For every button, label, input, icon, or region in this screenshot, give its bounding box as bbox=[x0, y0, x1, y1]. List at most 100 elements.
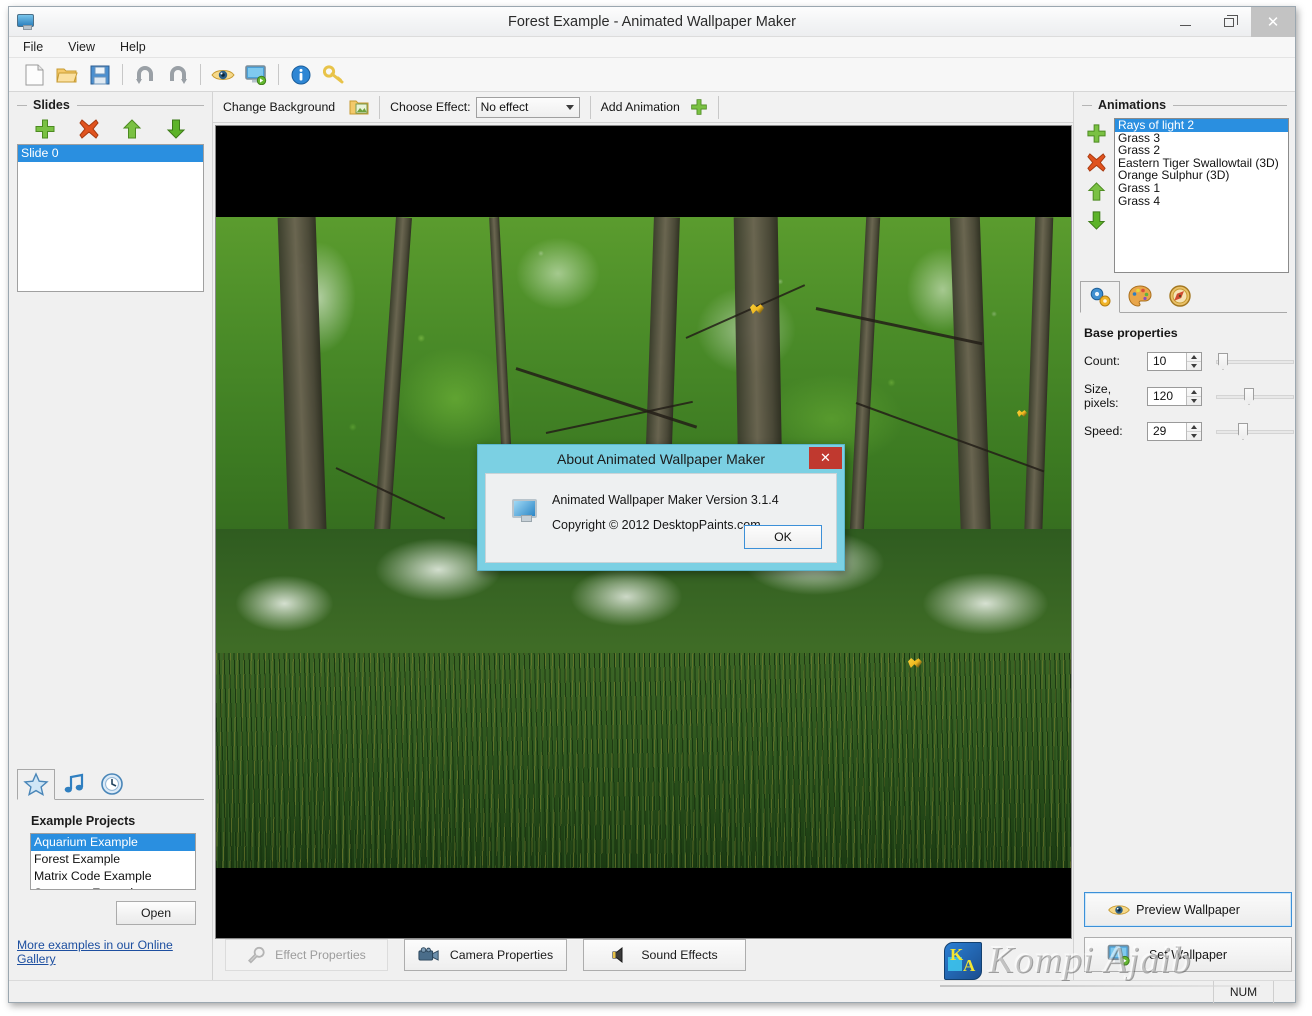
screen: Forest Example - Animated Wallpaper Make… bbox=[0, 0, 1312, 1016]
list-item[interactable]: Grass 2 bbox=[1115, 144, 1288, 157]
speed-stepper[interactable]: 29 bbox=[1147, 421, 1202, 441]
app-monitor-icon bbox=[16, 13, 36, 31]
key-icon[interactable] bbox=[319, 61, 349, 89]
camera-properties-button[interactable]: Camera Properties bbox=[404, 939, 567, 971]
add-slide-icon[interactable] bbox=[34, 118, 56, 140]
move-slide-up-icon[interactable] bbox=[121, 118, 143, 140]
effect-properties-button[interactable]: Effect Properties bbox=[225, 939, 388, 971]
plus-icon[interactable] bbox=[690, 98, 708, 116]
about-monitor-icon bbox=[512, 499, 540, 525]
delete-animation-icon[interactable] bbox=[1086, 152, 1108, 174]
examples-tab[interactable] bbox=[17, 769, 55, 800]
picture-folder-icon[interactable] bbox=[349, 98, 369, 116]
animations-list[interactable]: Rays of light 2 Grass 3 Grass 2 Eastern … bbox=[1114, 118, 1289, 273]
move-slide-down-icon[interactable] bbox=[165, 118, 187, 140]
size-stepper[interactable]: 120 bbox=[1147, 386, 1202, 406]
effect-properties-label: Effect Properties bbox=[275, 948, 366, 962]
size-label: Size, pixels: bbox=[1084, 382, 1119, 410]
sound-effects-label: Sound Effects bbox=[641, 948, 718, 962]
camera-icon bbox=[418, 947, 440, 963]
status-spacer bbox=[1273, 980, 1295, 1003]
animations-toolbar bbox=[1080, 118, 1114, 273]
list-item[interactable]: Forest Example bbox=[31, 851, 195, 868]
about-dialog-close-button[interactable]: ✕ bbox=[809, 447, 842, 469]
maximize-button[interactable] bbox=[1207, 7, 1251, 37]
list-item[interactable]: Aquarium Example bbox=[31, 834, 195, 851]
speed-label: Speed: bbox=[1084, 424, 1123, 438]
window-controls: ✕ bbox=[1163, 7, 1295, 37]
set-wallpaper-label: Set Wallpaper bbox=[1148, 947, 1228, 962]
toolbar-separator bbox=[717, 95, 719, 119]
add-animation-label[interactable]: Add Animation bbox=[601, 100, 680, 114]
color-properties-tab[interactable] bbox=[1120, 280, 1160, 312]
animations-group-title: Animations bbox=[1098, 98, 1167, 112]
menu-view[interactable]: View bbox=[66, 38, 105, 56]
preview-wallpaper-button[interactable]: Preview Wallpaper bbox=[1084, 892, 1292, 927]
size-increment-button[interactable] bbox=[1187, 388, 1201, 397]
open-folder-icon[interactable] bbox=[52, 61, 82, 89]
count-increment-button[interactable] bbox=[1187, 353, 1201, 362]
speed-increment-button[interactable] bbox=[1187, 423, 1201, 432]
toolbar-separator bbox=[200, 64, 201, 85]
change-background-label[interactable]: Change Background bbox=[223, 100, 335, 114]
list-item[interactable]: Grass 4 bbox=[1115, 194, 1288, 208]
about-info-icon[interactable] bbox=[286, 61, 316, 89]
slides-group-title: Slides bbox=[33, 98, 70, 112]
set-wallpaper-button[interactable]: Set Wallpaper bbox=[1084, 937, 1292, 972]
count-slider[interactable] bbox=[1216, 351, 1294, 371]
count-label: Count: bbox=[1084, 354, 1120, 368]
position-properties-tab[interactable] bbox=[1160, 280, 1200, 312]
add-animation-icon[interactable] bbox=[1086, 123, 1108, 145]
animations-panel: Animations Rays of light 2 Grass 3 Grass… bbox=[1073, 92, 1295, 980]
base-properties-tab[interactable] bbox=[1080, 281, 1120, 313]
delete-slide-icon[interactable] bbox=[78, 118, 100, 140]
slides-group-header: Slides bbox=[17, 98, 204, 112]
redo-icon[interactable] bbox=[163, 61, 193, 89]
size-slider[interactable] bbox=[1216, 386, 1294, 406]
list-item[interactable]: Slide 0 bbox=[18, 145, 203, 162]
speed-row: Speed: 29 bbox=[1084, 421, 1295, 441]
example-projects-list[interactable]: Aquarium Example Forest Example Matrix C… bbox=[30, 833, 196, 890]
menu-help[interactable]: Help bbox=[118, 38, 156, 56]
open-button[interactable]: Open bbox=[116, 901, 196, 925]
move-animation-up-icon[interactable] bbox=[1086, 181, 1108, 203]
music-tab[interactable] bbox=[55, 768, 93, 799]
application-window: Forest Example - Animated Wallpaper Make… bbox=[8, 6, 1296, 1003]
monitor-play-icon bbox=[1107, 944, 1131, 965]
speed-slider[interactable] bbox=[1216, 421, 1294, 441]
preview-eye-icon[interactable] bbox=[208, 61, 238, 89]
speed-decrement-button[interactable] bbox=[1187, 432, 1201, 440]
new-icon[interactable] bbox=[19, 61, 49, 89]
status-numlock: NUM bbox=[1213, 980, 1273, 1003]
slides-list[interactable]: Slide 0 bbox=[17, 144, 204, 292]
count-decrement-button[interactable] bbox=[1187, 362, 1201, 370]
close-button[interactable]: ✕ bbox=[1251, 7, 1295, 37]
effect-select[interactable]: No effect bbox=[475, 96, 580, 118]
undo-icon[interactable] bbox=[130, 61, 160, 89]
list-item[interactable]: Rays of light 2 bbox=[1115, 119, 1288, 132]
move-animation-down-icon[interactable] bbox=[1086, 210, 1108, 232]
online-gallery-link[interactable]: More examples in our Online Gallery bbox=[17, 938, 212, 966]
size-row: Size, pixels: 120 bbox=[1084, 382, 1295, 410]
window-title: Forest Example - Animated Wallpaper Make… bbox=[508, 13, 796, 30]
speed-value: 29 bbox=[1153, 424, 1167, 438]
set-wallpaper-monitor-icon[interactable] bbox=[241, 61, 271, 89]
toolbar-separator bbox=[122, 64, 123, 85]
example-projects-title: Example Projects bbox=[31, 814, 136, 828]
right-panel-spacer bbox=[1074, 441, 1295, 892]
about-ok-button[interactable]: OK bbox=[744, 525, 822, 549]
list-item[interactable]: Grass 1 bbox=[1115, 182, 1288, 195]
count-stepper[interactable]: 10 bbox=[1147, 351, 1202, 371]
list-item[interactable]: Seascape Example bbox=[31, 885, 195, 889]
minimize-button[interactable] bbox=[1163, 7, 1207, 37]
about-dialog-title: About Animated Wallpaper Maker bbox=[556, 451, 766, 467]
save-floppy-icon[interactable] bbox=[85, 61, 115, 89]
size-decrement-button[interactable] bbox=[1187, 397, 1201, 405]
toolbar-separator bbox=[379, 95, 381, 119]
camera-properties-label: Camera Properties bbox=[449, 948, 554, 962]
animations-body: Rays of light 2 Grass 3 Grass 2 Eastern … bbox=[1074, 114, 1295, 273]
schedule-tab[interactable] bbox=[93, 768, 131, 799]
menu-file[interactable]: File bbox=[21, 38, 53, 56]
list-item[interactable]: Matrix Code Example bbox=[31, 868, 195, 885]
sound-effects-button[interactable]: Sound Effects bbox=[583, 939, 746, 971]
